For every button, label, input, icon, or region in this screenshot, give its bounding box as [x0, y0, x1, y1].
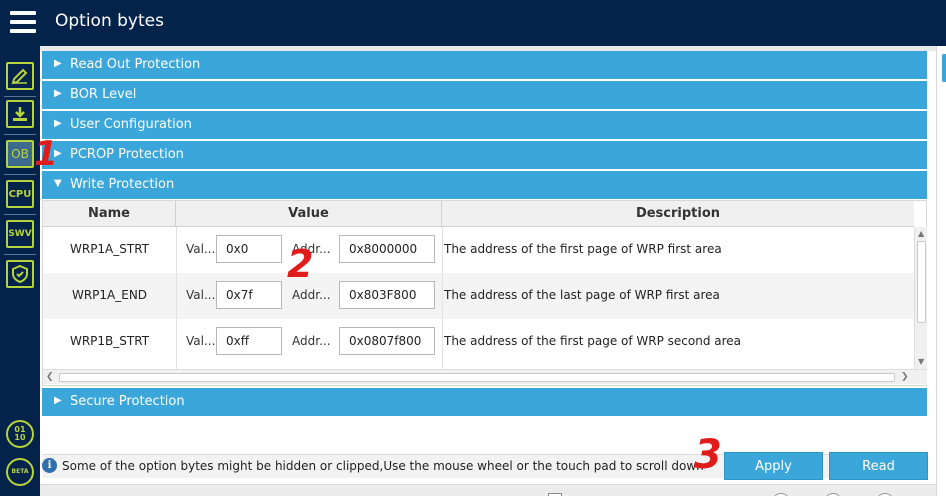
beta-icon: BETA — [11, 468, 29, 475]
right-panel-tab[interactable] — [942, 54, 946, 82]
shield-icon — [12, 264, 28, 284]
sidebar-item-edit[interactable] — [6, 62, 34, 90]
chevron-right-icon: ▶ — [54, 395, 62, 406]
sidebar-item-cpu[interactable]: CPU — [6, 180, 34, 208]
app-window: Option bytes OB CPU SWV 01 10 BETA ▶ Rea… — [0, 0, 946, 496]
address-input[interactable]: 0x803F800 — [339, 281, 435, 309]
sidebar: OB CPU SWV 01 10 BETA — [0, 46, 40, 496]
section-pcrop-protection[interactable]: ▶ PCROP Protection — [42, 141, 927, 169]
section-label: User Configuration — [70, 117, 192, 132]
section-bor-level[interactable]: ▶ BOR Level — [42, 81, 927, 109]
sidebar-item-swv[interactable]: SWV — [6, 220, 34, 248]
horizontal-scrollbar[interactable]: ❮ ❯ — [43, 369, 927, 384]
chevron-right-icon: ▶ — [54, 118, 62, 129]
sidebar-item-security[interactable] — [6, 260, 34, 288]
section-write-protection[interactable]: ▼ Write Protection — [42, 171, 927, 199]
title-bar: Option bytes — [0, 0, 946, 46]
section-label: PCROP Protection — [70, 147, 184, 162]
ob-icon: OB — [11, 147, 29, 161]
sidebar-item-option-bytes[interactable]: OB — [6, 140, 34, 168]
info-text: Some of the option bytes might be hidden… — [62, 459, 704, 473]
info-icon: i — [42, 458, 57, 473]
right-panel — [936, 46, 946, 496]
sidebar-item-beta[interactable]: BETA — [6, 458, 34, 486]
download-icon — [13, 107, 27, 121]
section-read-out-protection[interactable]: ▶ Read Out Protection — [42, 51, 927, 79]
row-description: The address of the first page of WRP fir… — [444, 242, 722, 256]
address-input[interactable]: 0x0807f800 — [339, 327, 435, 355]
scroll-up-icon[interactable]: ▲ — [918, 229, 924, 238]
value-input[interactable]: 0x0 — [216, 235, 282, 263]
annotation-three: 3 — [694, 432, 722, 478]
read-button[interactable]: Read — [829, 452, 928, 480]
address-label: Addr... — [292, 334, 331, 348]
binary-icon: 01 10 — [14, 425, 26, 442]
page-title: Option bytes — [55, 11, 164, 31]
table-row: WRP1A_STRT Val... 0x0 Addr... 0x8000000 … — [43, 227, 914, 273]
scrollbar-thumb[interactable] — [59, 373, 895, 382]
section-label: BOR Level — [70, 87, 137, 102]
sidebar-item-binary[interactable]: 01 10 — [6, 420, 34, 448]
value-label: Val... — [186, 242, 216, 256]
scroll-left-icon[interactable]: ❮ — [46, 372, 54, 382]
sidebar-item-download[interactable] — [6, 100, 34, 128]
row-name: WRP1A_END — [71, 288, 148, 302]
main-panel: ▶ Read Out Protection ▶ BOR Level ▶ User… — [40, 46, 936, 496]
annotation-one: 1 — [34, 134, 58, 174]
scrollbar-thumb[interactable] — [917, 241, 926, 323]
table-row: WRP1A_END Val... 0x7f Addr... 0x803F800 … — [43, 273, 914, 319]
swv-icon: SWV — [8, 229, 32, 239]
address-label: Addr... — [292, 288, 331, 302]
apply-button[interactable]: Apply — [724, 452, 823, 480]
row-description: The address of the last page of WRP firs… — [444, 288, 720, 302]
chevron-down-icon: ▼ — [54, 178, 62, 189]
cpu-icon: CPU — [8, 188, 32, 200]
address-input[interactable]: 0x8000000 — [339, 235, 435, 263]
chevron-right-icon: ▶ — [54, 88, 62, 99]
annotation-two: 2 — [287, 242, 314, 286]
value-input[interactable]: 0x7f — [216, 281, 282, 309]
scroll-down-icon[interactable]: ▼ — [918, 357, 924, 366]
column-header-name: Name — [43, 201, 176, 227]
section-user-configuration[interactable]: ▶ User Configuration — [42, 111, 927, 139]
value-label: Val... — [186, 288, 216, 302]
section-secure-protection[interactable]: ▶ Secure Protection — [42, 388, 927, 416]
row-description: The address of the first page of WRP sec… — [444, 334, 742, 348]
status-bar — [40, 484, 936, 496]
row-name: WRP1B_STRT — [69, 334, 150, 348]
vertical-scrollbar[interactable]: ▲ ▼ — [914, 227, 927, 369]
table-header: Name Value Description — [43, 201, 914, 227]
write-protection-table: Name Value Description WRP1A_STRT Val...… — [42, 200, 927, 386]
value-label: Val... — [186, 334, 216, 348]
table-row: WRP1B_STRT Val... 0xff Addr... 0x0807f80… — [43, 319, 914, 365]
column-header-description: Description — [635, 206, 721, 221]
chevron-right-icon: ▶ — [54, 58, 62, 69]
column-header-value: Value — [176, 201, 442, 227]
scroll-right-icon[interactable]: ❯ — [901, 372, 909, 382]
row-name: WRP1A_STRT — [69, 242, 150, 256]
hamburger-menu-icon[interactable] — [10, 11, 36, 33]
section-label: Read Out Protection — [70, 57, 201, 72]
section-label: Write Protection — [70, 177, 175, 192]
section-label: Secure Protection — [70, 394, 185, 409]
value-input[interactable]: 0xff — [216, 327, 282, 355]
pencil-icon — [11, 68, 28, 85]
